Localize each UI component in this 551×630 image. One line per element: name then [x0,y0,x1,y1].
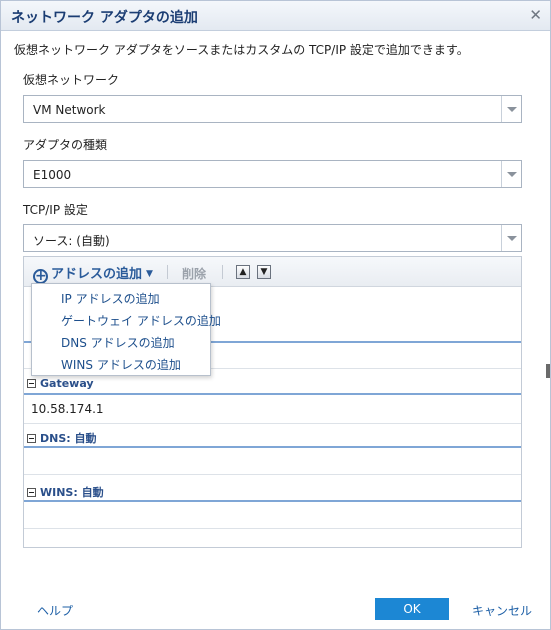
adapter-type-value: E1000 [33,168,72,182]
wins-section-divider [24,500,521,502]
menu-item-add-ip[interactable]: IP アドレスの追加 [61,290,160,307]
add-address-menu: IP アドレスの追加 ゲートウェイ アドレスの追加 DNS アドレスの追加 WI… [31,283,221,376]
title-bar: ネットワーク アダプタの追加 ✕ [1,1,550,31]
tcpip-label: TCP/IP 設定 [23,203,88,217]
menu-item-add-gateway[interactable]: ゲートウェイ アドレスの追加 [61,312,221,329]
wins-section-title: WINS: 自動 [40,486,104,499]
row-divider [24,474,521,475]
gateway-section-title: Gateway [40,377,94,390]
help-link[interactable]: ヘルプ [37,602,73,619]
caret-down-icon: ▼ [146,269,153,279]
tcpip-select-value: ソース: (自動) [33,234,110,248]
collapse-icon[interactable] [27,379,36,388]
down-arrow-icon[interactable]: ▼ [257,265,271,279]
add-address-label: アドレスの追加 [51,267,143,282]
menu-item-add-dns[interactable]: DNS アドレスの追加 [61,334,175,351]
row-divider [24,423,521,424]
gateway-section-divider [24,393,521,395]
dialog-description: 仮想ネットワーク アダプタをソースまたはカスタムの TCP/IP 設定で追加でき… [14,43,469,57]
network-select-value: VM Network [33,103,106,117]
cancel-button[interactable]: キャンセル [472,602,532,619]
ok-button[interactable]: OK [375,598,449,620]
chevron-down-icon[interactable] [501,96,521,122]
toolbar-divider [167,265,168,279]
dns-section-header[interactable]: DNS: 自動 [27,430,97,446]
scrollbar-marker[interactable] [546,364,550,378]
collapse-icon[interactable] [27,488,36,497]
add-address-button[interactable]: + アドレスの追加 ▼ [33,263,153,284]
chevron-down-icon[interactable] [501,161,521,187]
gateway-section-header[interactable]: Gateway [27,377,94,390]
gateway-address[interactable]: 10.58.174.1 [31,402,104,416]
dns-section-divider [24,446,521,448]
delete-button[interactable]: 削除 [182,265,206,282]
collapse-icon[interactable] [27,434,36,443]
network-select[interactable]: VM Network [23,95,522,123]
add-circle-icon: + [33,268,48,284]
up-arrow-icon[interactable]: ▲ [236,265,250,279]
row-divider [24,528,521,529]
wins-section-header[interactable]: WINS: 自動 [27,484,104,500]
adapter-type-label: アダプタの種類 [23,138,108,152]
dns-section-title: DNS: 自動 [40,432,97,445]
tcpip-select[interactable]: ソース: (自動) [23,224,522,252]
close-icon[interactable]: ✕ [529,6,542,24]
dialog-title: ネットワーク アダプタの追加 [11,10,198,26]
menu-item-add-wins[interactable]: WINS アドレスの追加 [61,356,181,373]
adapter-type-select[interactable]: E1000 [23,160,522,188]
add-network-adapter-dialog: ネットワーク アダプタの追加 ✕ 仮想ネットワーク アダプタをソースまたはカスタ… [0,0,551,630]
network-label: 仮想ネットワーク [23,73,120,87]
chevron-down-icon[interactable] [501,225,521,251]
toolbar-divider [222,265,223,279]
